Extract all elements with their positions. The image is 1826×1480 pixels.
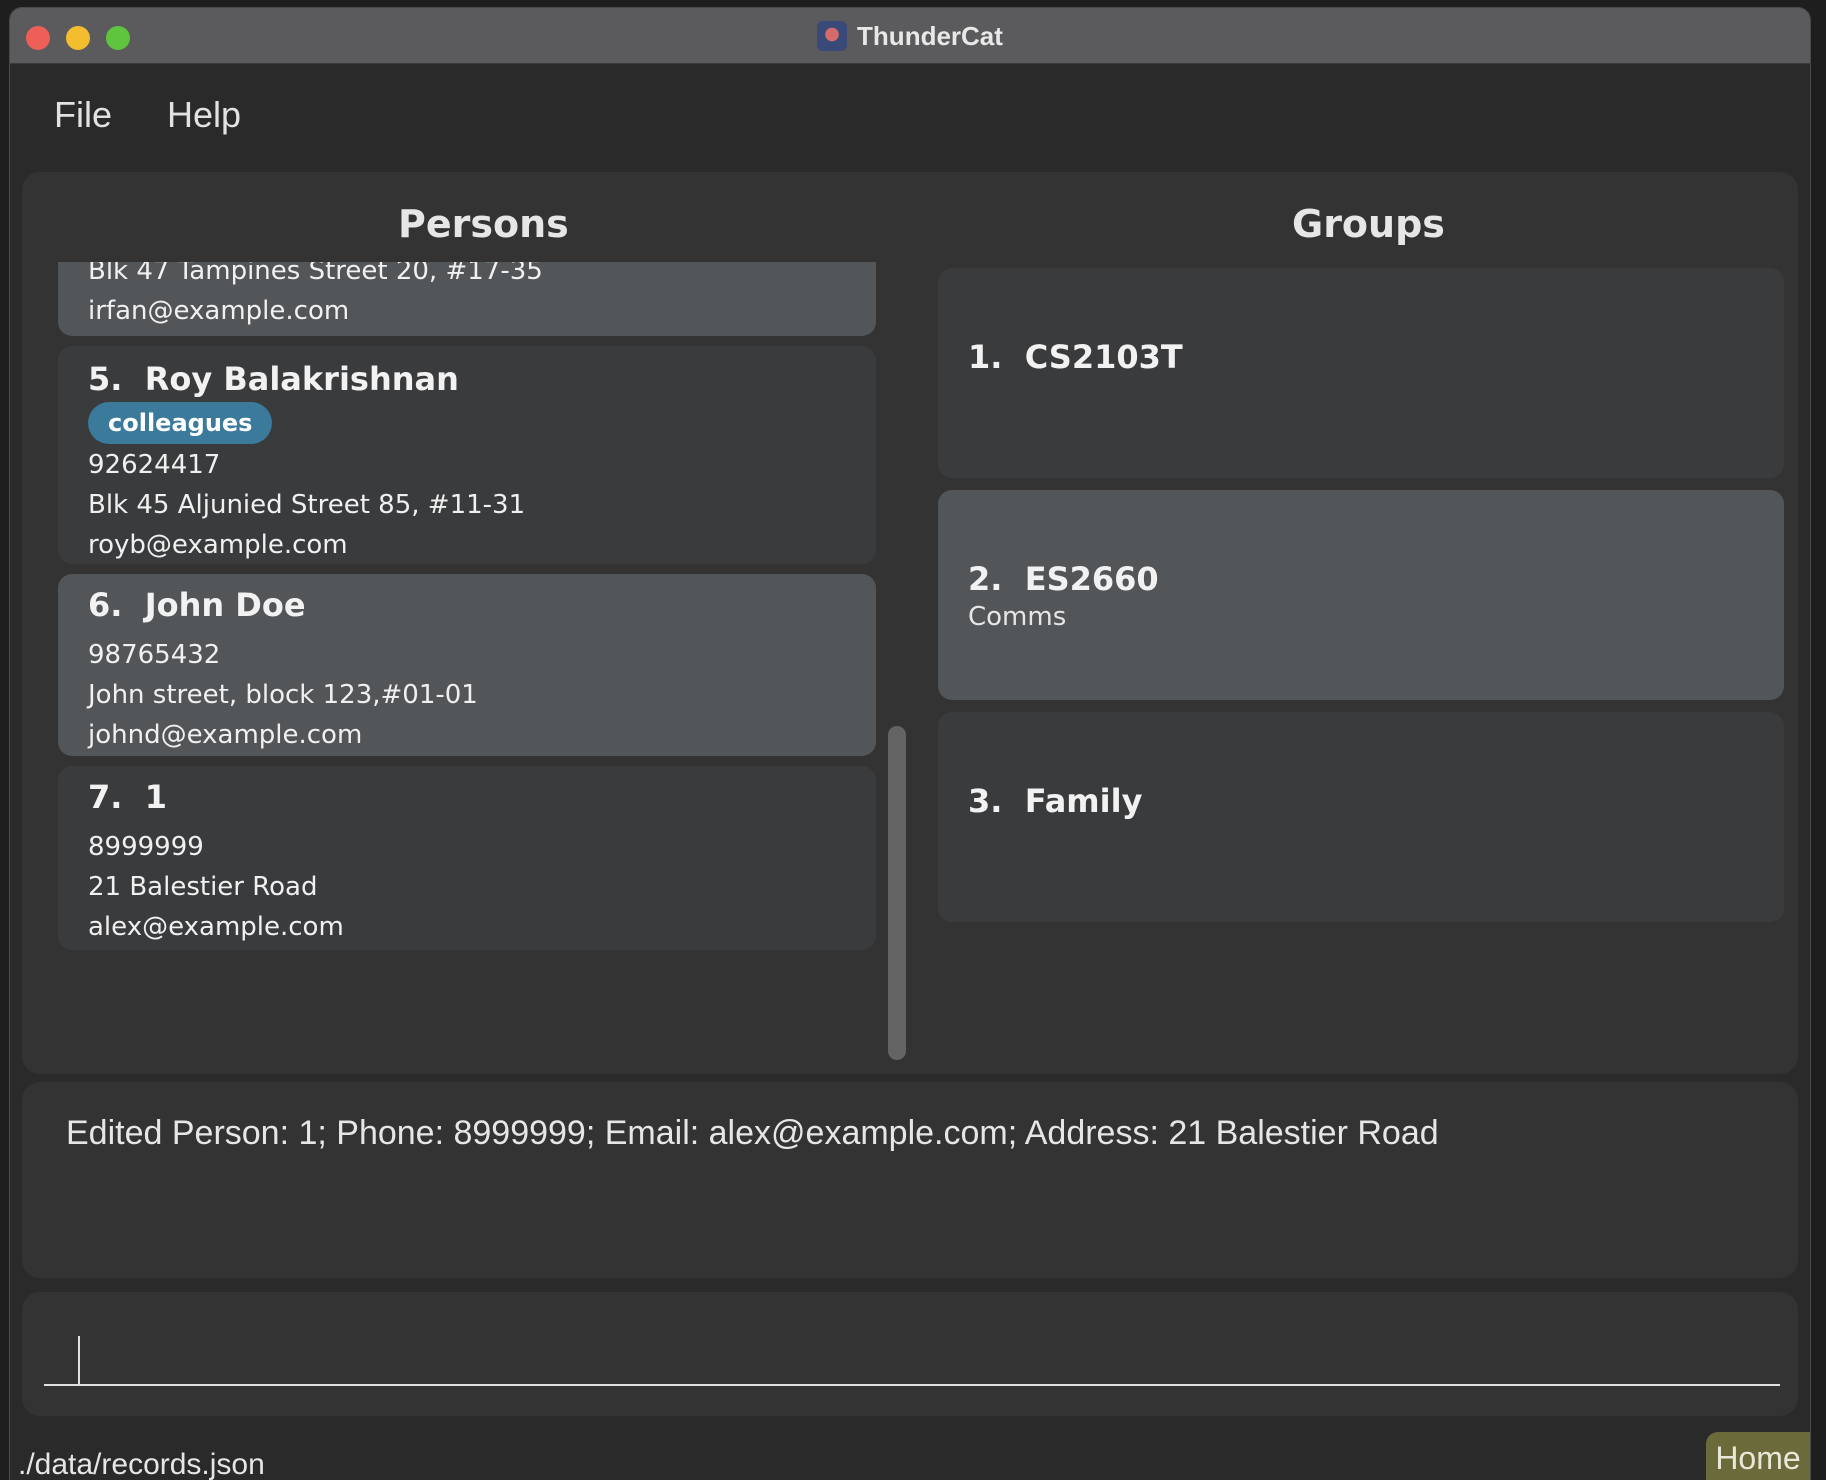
person-card[interactable]: 5. Roy Balakrishnan colleagues 92624417 … [58,346,876,564]
person-index: 5. [88,360,123,398]
menu-file[interactable]: File [54,94,112,136]
person-card[interactable]: 7. 1 8999999 21 Balestier Road alex@exam… [58,766,876,950]
person-list[interactable]: Blk 47 Tampines Street 20, #17-35 irfan@… [58,262,876,1062]
person-name-text: John Doe [144,586,306,624]
person-card[interactable]: Blk 47 Tampines Street 20, #17-35 irfan@… [58,262,876,336]
group-name: 3. Family [968,782,1142,820]
main-split-pane: Persons Groups Blk 47 Tampines Street 20… [22,172,1798,1074]
group-name-text: Family [1024,782,1143,820]
group-description: Comms [968,602,1067,632]
group-card-selected[interactable]: 2. ES2660 Comms [938,490,1784,700]
result-message: Edited Person: 1; Phone: 8999999; Email:… [66,1114,1439,1152]
person-phone: 98765432 [88,640,221,670]
person-address: Blk 47 Tampines Street 20, #17-35 [88,262,543,286]
window-title-group: ThunderCat [10,8,1810,64]
person-phone: 92624417 [88,450,221,480]
group-index: 3. [968,782,1003,820]
group-card[interactable]: 3. Family [938,712,1784,922]
groups-panel-title: Groups [1292,202,1445,246]
person-email: royb@example.com [88,530,348,560]
person-address: 21 Balestier Road [88,872,318,902]
person-name: 6. John Doe [88,586,306,624]
menu-bar: File Help [10,64,1810,168]
person-card-selected[interactable]: 6. John Doe 98765432 John street, block … [58,574,876,756]
data-file-path: ./data/records.json [18,1448,265,1480]
person-name: 7. 1 [88,778,167,816]
person-phone: 8999999 [88,832,204,862]
person-address: Blk 45 Aljunied Street 85, #11-31 [88,490,526,520]
status-bar: ./data/records.json Home [10,1428,1810,1480]
home-view-badge[interactable]: Home [1706,1432,1810,1480]
person-email: johnd@example.com [88,720,363,750]
window-title: ThunderCat [857,20,1003,51]
person-name-text: 1 [144,778,167,816]
group-name-text: ES2660 [1024,560,1159,598]
tag-badge: colleagues [88,402,273,444]
person-name-text: Roy Balakrishnan [144,360,459,398]
person-list-scrollbar[interactable] [888,726,906,1060]
person-email: alex@example.com [88,912,344,942]
group-index: 1. [968,338,1003,376]
group-name: 1. CS2103T [968,338,1183,376]
thundercat-logo-icon [817,21,848,51]
persons-panel-title: Persons [398,202,569,246]
app-window: ThunderCat File Help Persons Groups Blk … [10,8,1810,1480]
group-name-text: CS2103T [1024,338,1183,376]
command-input[interactable] [44,1312,1780,1386]
person-index: 6. [88,586,123,624]
person-index: 7. [88,778,123,816]
group-index: 2. [968,560,1003,598]
title-bar[interactable]: ThunderCat [10,8,1810,64]
group-card[interactable]: 1. CS2103T [938,268,1784,478]
person-name: 5. Roy Balakrishnan [88,360,459,398]
result-display: Edited Person: 1; Phone: 8999999; Email:… [22,1082,1798,1278]
text-caret [78,1336,80,1386]
command-box [22,1292,1798,1416]
group-name: 2. ES2660 [968,560,1159,598]
person-email: irfan@example.com [88,296,350,326]
menu-help[interactable]: Help [167,94,241,136]
person-address: John street, block 123,#01-01 [88,680,478,710]
